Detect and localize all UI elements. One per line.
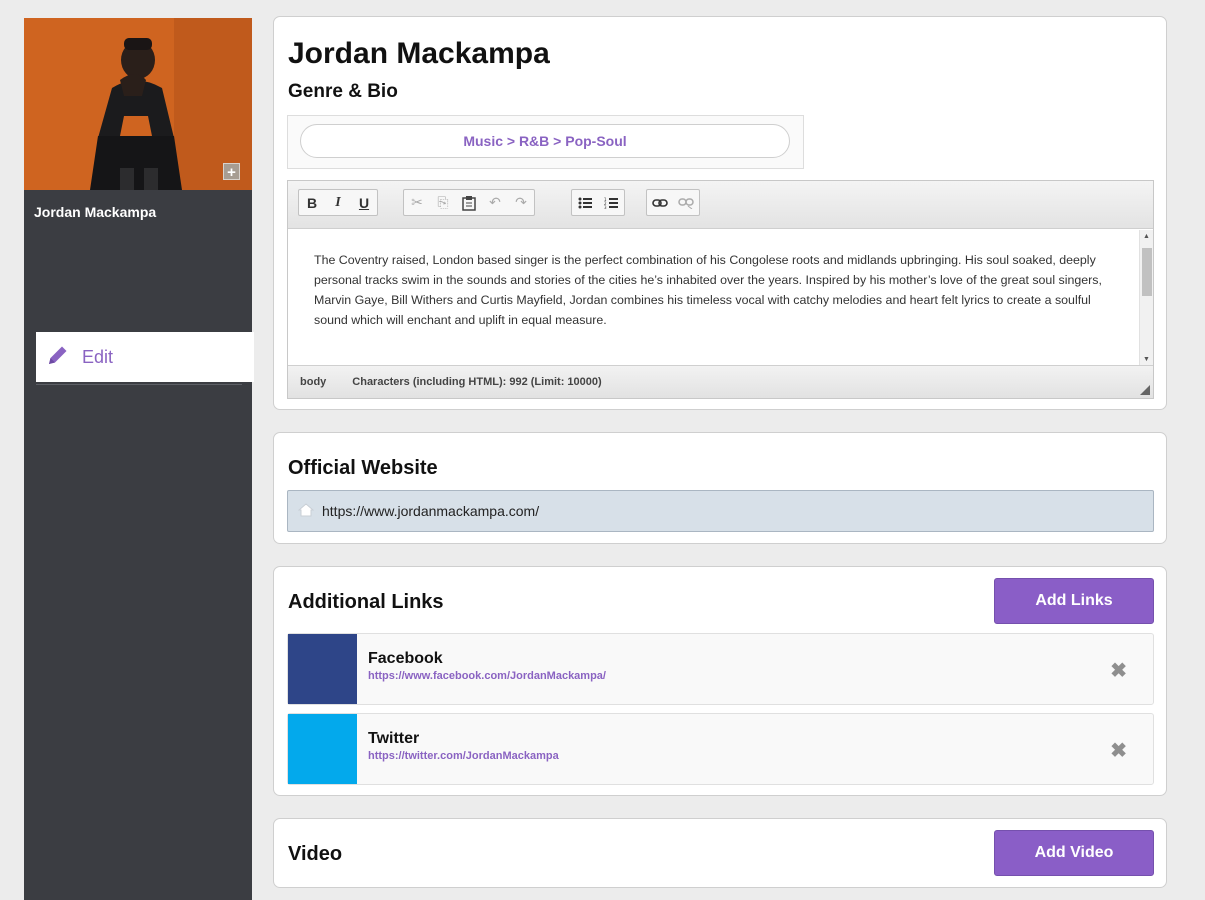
sidebar-artist-name: Jordan Mackampa xyxy=(34,204,157,220)
twitter-color-swatch xyxy=(288,714,357,784)
links-card: Additional Links Add Links Facebook http… xyxy=(273,566,1167,796)
link-url[interactable]: https://twitter.com/JordanMackampa xyxy=(368,750,559,762)
add-photo-button[interactable]: + xyxy=(223,163,240,181)
scroll-up-icon[interactable]: ▲ xyxy=(1143,233,1150,240)
element-path: body xyxy=(300,376,327,388)
remove-link-icon[interactable]: ✖ xyxy=(1110,658,1127,683)
page-title: Jordan Mackampa xyxy=(288,37,550,70)
sidebar-divider xyxy=(36,384,242,385)
format-group: B I U xyxy=(298,189,378,216)
website-card: Official Website https://www.jordanmacka… xyxy=(273,432,1167,544)
home-icon xyxy=(297,502,315,520)
link-row-twitter[interactable]: Twitter https://twitter.com/JordanMackam… xyxy=(287,713,1154,785)
editor-statusbar: body Characters (including HTML): 992 (L… xyxy=(288,365,1153,398)
link-url[interactable]: https://www.facebook.com/JordanMackampa/ xyxy=(368,670,606,682)
italic-button[interactable]: I xyxy=(327,191,349,214)
bio-editor: B I U ✂ ⎘ ↶ ↷ 123 The Coventry raised, L… xyxy=(287,180,1154,399)
edit-tab-label: Edit xyxy=(82,346,114,367)
website-heading: Official Website xyxy=(288,457,438,479)
pencil-icon xyxy=(46,343,70,372)
link-icon[interactable] xyxy=(649,191,671,214)
underline-button[interactable]: U xyxy=(353,191,375,214)
svg-text:3: 3 xyxy=(604,205,607,209)
video-heading: Video xyxy=(288,843,343,865)
add-links-button[interactable]: Add Links xyxy=(994,578,1154,624)
link-row-facebook[interactable]: Facebook https://www.facebook.com/Jordan… xyxy=(287,633,1154,705)
list-group: 123 xyxy=(571,189,625,216)
website-url-field[interactable]: https://www.jordanmackampa.com/ xyxy=(287,490,1154,532)
website-url-value: https://www.jordanmackampa.com/ xyxy=(322,503,540,519)
genre-selector[interactable]: Music > R&B > Pop-Soul xyxy=(300,124,790,158)
clipboard-group: ✂ ⎘ ↶ ↷ xyxy=(403,189,535,216)
numbered-list-icon[interactable]: 123 xyxy=(600,191,622,214)
bold-button[interactable]: B xyxy=(301,191,323,214)
bio-card: Jordan Mackampa Genre & Bio Music > R&B … xyxy=(273,16,1167,410)
genre-bio-heading: Genre & Bio xyxy=(288,81,398,102)
genre-selector-wrap: Music > R&B > Pop-Soul xyxy=(287,115,804,169)
links-heading: Additional Links xyxy=(288,591,444,613)
bio-scrollbar[interactable]: ▲ ▼ xyxy=(1139,230,1153,366)
edit-tab[interactable]: Edit xyxy=(36,332,254,382)
sidebar: + Jordan Mackampa Edit xyxy=(24,18,254,900)
remove-link-icon[interactable]: ✖ xyxy=(1110,738,1127,763)
artist-avatar: + xyxy=(24,18,252,190)
facebook-color-swatch xyxy=(288,634,357,704)
scroll-thumb[interactable] xyxy=(1142,248,1152,296)
unlink-icon[interactable] xyxy=(675,191,697,214)
link-group xyxy=(646,189,700,216)
bio-text-area[interactable]: The Coventry raised, London based singer… xyxy=(288,230,1140,366)
video-card: Video Add Video xyxy=(273,818,1167,888)
add-video-button[interactable]: Add Video xyxy=(994,830,1154,876)
redo-icon[interactable]: ↷ xyxy=(510,191,532,214)
undo-icon[interactable]: ↶ xyxy=(484,191,506,214)
resize-handle[interactable] xyxy=(1140,385,1150,395)
link-title: Facebook xyxy=(368,650,443,667)
copy-icon[interactable]: ⎘ xyxy=(432,191,454,214)
paste-icon[interactable] xyxy=(458,191,480,214)
link-title: Twitter xyxy=(368,730,420,747)
artist-photo xyxy=(24,18,252,190)
scroll-down-icon[interactable]: ▼ xyxy=(1143,356,1150,363)
editor-toolbar: B I U ✂ ⎘ ↶ ↷ 123 xyxy=(288,181,1153,229)
character-count: Characters (including HTML): 992 (Limit:… xyxy=(352,376,602,388)
bullet-list-icon[interactable] xyxy=(574,191,596,214)
cut-icon[interactable]: ✂ xyxy=(406,191,428,214)
